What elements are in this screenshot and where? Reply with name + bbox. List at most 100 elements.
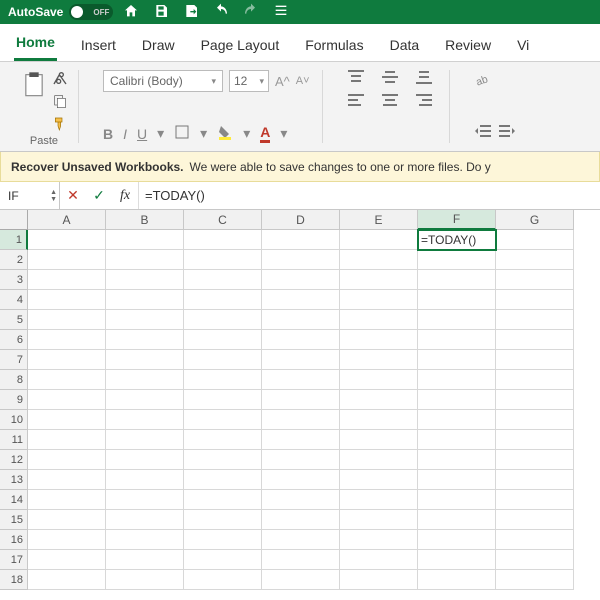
enter-icon[interactable]: ✓ bbox=[86, 187, 112, 204]
tab-page-layout[interactable]: Page Layout bbox=[199, 37, 282, 61]
cell-D1[interactable] bbox=[262, 230, 340, 250]
cell-G6[interactable] bbox=[496, 330, 574, 350]
cell-D7[interactable] bbox=[262, 350, 340, 370]
cell-F12[interactable] bbox=[418, 450, 496, 470]
cell-C13[interactable] bbox=[184, 470, 262, 490]
cell-A9[interactable] bbox=[28, 390, 106, 410]
cell-F4[interactable] bbox=[418, 290, 496, 310]
font-name-select[interactable]: Calibri (Body)▾ bbox=[103, 70, 223, 92]
decrease-indent-icon[interactable] bbox=[474, 122, 492, 143]
cell-A14[interactable] bbox=[28, 490, 106, 510]
cell-C12[interactable] bbox=[184, 450, 262, 470]
row-header-8[interactable]: 8 bbox=[0, 370, 28, 390]
cell-E18[interactable] bbox=[340, 570, 418, 590]
tab-review[interactable]: Review bbox=[443, 37, 493, 61]
cell-D5[interactable] bbox=[262, 310, 340, 330]
tab-draw[interactable]: Draw bbox=[140, 37, 177, 61]
formula-input[interactable]: =TODAY() bbox=[138, 182, 600, 209]
cell-G12[interactable] bbox=[496, 450, 574, 470]
cell-C16[interactable] bbox=[184, 530, 262, 550]
row-header-3[interactable]: 3 bbox=[0, 270, 28, 290]
align-left-icon[interactable] bbox=[347, 93, 371, 110]
cell-G3[interactable] bbox=[496, 270, 574, 290]
cell-C2[interactable] bbox=[184, 250, 262, 270]
tab-data[interactable]: Data bbox=[388, 37, 422, 61]
cell-D3[interactable] bbox=[262, 270, 340, 290]
row-header-4[interactable]: 4 bbox=[0, 290, 28, 310]
cell-G17[interactable] bbox=[496, 550, 574, 570]
cell-B8[interactable] bbox=[106, 370, 184, 390]
cell-B15[interactable] bbox=[106, 510, 184, 530]
customize-icon[interactable] bbox=[273, 3, 289, 22]
row-header-1[interactable]: 1 bbox=[0, 230, 28, 250]
cell-C1[interactable] bbox=[184, 230, 262, 250]
name-box[interactable]: IF ▲▼ bbox=[0, 182, 60, 209]
cell-D4[interactable] bbox=[262, 290, 340, 310]
cell-D9[interactable] bbox=[262, 390, 340, 410]
cell-D2[interactable] bbox=[262, 250, 340, 270]
cell-C17[interactable] bbox=[184, 550, 262, 570]
cell-D10[interactable] bbox=[262, 410, 340, 430]
cell-G1[interactable] bbox=[496, 230, 574, 250]
italic-button[interactable]: I bbox=[123, 126, 127, 142]
cell-G10[interactable] bbox=[496, 410, 574, 430]
cell-D12[interactable] bbox=[262, 450, 340, 470]
cell-A15[interactable] bbox=[28, 510, 106, 530]
row-header-12[interactable]: 12 bbox=[0, 450, 28, 470]
cell-C6[interactable] bbox=[184, 330, 262, 350]
cell-F8[interactable] bbox=[418, 370, 496, 390]
cell-A11[interactable] bbox=[28, 430, 106, 450]
align-bottom-icon[interactable] bbox=[415, 70, 439, 87]
font-size-select[interactable]: 12▾ bbox=[229, 70, 269, 92]
cell-B9[interactable] bbox=[106, 390, 184, 410]
cell-grid[interactable]: ABCDEFG1=TODAY()234567891011121314151617… bbox=[0, 210, 600, 590]
cell-C15[interactable] bbox=[184, 510, 262, 530]
redo-icon[interactable] bbox=[243, 3, 259, 22]
col-header-A[interactable]: A bbox=[28, 210, 106, 230]
increase-indent-icon[interactable] bbox=[498, 122, 516, 143]
cell-C7[interactable] bbox=[184, 350, 262, 370]
cell-B16[interactable] bbox=[106, 530, 184, 550]
row-header-5[interactable]: 5 bbox=[0, 310, 28, 330]
tab-vi[interactable]: Vi bbox=[515, 37, 531, 61]
autosave-toggle[interactable]: OFF bbox=[69, 4, 113, 20]
cell-D6[interactable] bbox=[262, 330, 340, 350]
row-header-2[interactable]: 2 bbox=[0, 250, 28, 270]
cell-A2[interactable] bbox=[28, 250, 106, 270]
cell-F15[interactable] bbox=[418, 510, 496, 530]
row-header-9[interactable]: 9 bbox=[0, 390, 28, 410]
col-header-B[interactable]: B bbox=[106, 210, 184, 230]
cell-A16[interactable] bbox=[28, 530, 106, 550]
cell-E16[interactable] bbox=[340, 530, 418, 550]
cell-A5[interactable] bbox=[28, 310, 106, 330]
cell-C10[interactable] bbox=[184, 410, 262, 430]
cell-E17[interactable] bbox=[340, 550, 418, 570]
fx-icon[interactable]: fx bbox=[112, 188, 138, 204]
copy-icon[interactable] bbox=[52, 93, 68, 112]
cell-F16[interactable] bbox=[418, 530, 496, 550]
cell-B2[interactable] bbox=[106, 250, 184, 270]
font-color-icon[interactable]: A bbox=[260, 124, 270, 143]
home-icon[interactable] bbox=[123, 3, 139, 22]
cell-E3[interactable] bbox=[340, 270, 418, 290]
align-center-icon[interactable] bbox=[381, 93, 405, 110]
cell-B4[interactable] bbox=[106, 290, 184, 310]
save-icon[interactable] bbox=[153, 3, 169, 22]
cell-B1[interactable] bbox=[106, 230, 184, 250]
select-all-corner[interactable] bbox=[0, 210, 28, 230]
tab-insert[interactable]: Insert bbox=[79, 37, 118, 61]
align-top-icon[interactable] bbox=[347, 70, 371, 87]
cell-B11[interactable] bbox=[106, 430, 184, 450]
cell-G8[interactable] bbox=[496, 370, 574, 390]
recover-bar[interactable]: Recover Unsaved Workbooks. We were able … bbox=[0, 152, 600, 182]
cell-A18[interactable] bbox=[28, 570, 106, 590]
cell-B12[interactable] bbox=[106, 450, 184, 470]
row-header-6[interactable]: 6 bbox=[0, 330, 28, 350]
cell-B3[interactable] bbox=[106, 270, 184, 290]
cell-D18[interactable] bbox=[262, 570, 340, 590]
row-header-18[interactable]: 18 bbox=[0, 570, 28, 590]
cell-B18[interactable] bbox=[106, 570, 184, 590]
undo-icon[interactable] bbox=[213, 3, 229, 22]
fill-color-icon[interactable] bbox=[217, 124, 233, 143]
cell-G2[interactable] bbox=[496, 250, 574, 270]
